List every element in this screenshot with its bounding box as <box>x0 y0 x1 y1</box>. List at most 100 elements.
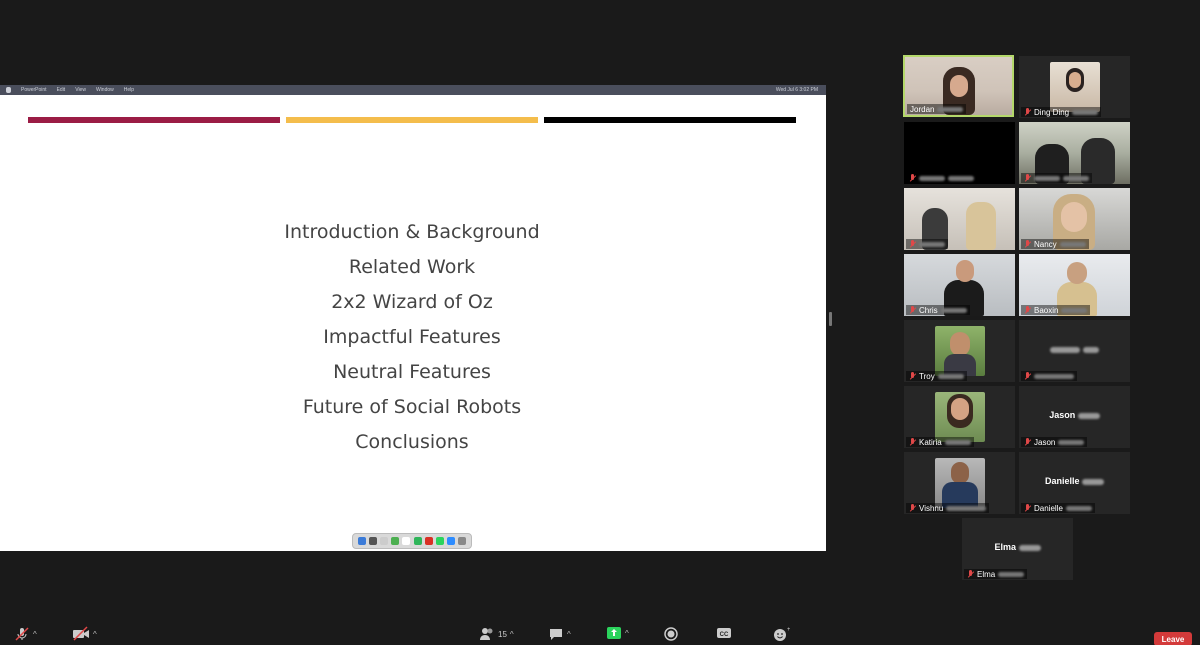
chevron-up-icon[interactable]: ^ <box>625 629 629 638</box>
mic-muted-icon <box>909 174 916 182</box>
stop-video-button[interactable]: ^ <box>72 626 97 642</box>
participant-face <box>1061 202 1087 232</box>
redacted-name <box>1034 175 1060 181</box>
apple-icon <box>6 87 11 93</box>
mic-muted-icon <box>1024 504 1031 512</box>
trash-icon <box>458 537 467 545</box>
facetime-icon <box>435 537 444 545</box>
participant-display-name: Jason <box>1019 410 1130 420</box>
slide-bar-gold <box>286 117 538 123</box>
participant-face <box>951 462 969 484</box>
participant-tile[interactable] <box>904 188 1015 250</box>
participant-name: Elma <box>977 569 996 579</box>
participant-tile[interactable] <box>904 122 1015 184</box>
redacted-name <box>1063 175 1089 181</box>
participant-tile[interactable] <box>1019 320 1130 382</box>
mac-menubar: PowerPoint Edit View Window Help Wed Jul… <box>0 85 826 95</box>
share-screen-button[interactable]: ^ <box>606 626 629 640</box>
participant-tile[interactable]: Elma Elma <box>962 518 1073 580</box>
redacted-name <box>1082 478 1105 485</box>
participant-tile[interactable]: Jordan <box>903 55 1014 117</box>
redacted-name <box>944 439 971 445</box>
participant-tile[interactable]: Baoxin <box>1019 254 1130 316</box>
participant-label: Jordan <box>907 104 967 114</box>
mic-muted-icon <box>1024 240 1031 248</box>
mic-muted-icon <box>15 627 29 641</box>
participant-tile[interactable]: Jason Jason <box>1019 386 1130 448</box>
redacted-name <box>1082 346 1099 353</box>
participant-tile[interactable]: Ding Ding <box>1019 56 1130 118</box>
chevron-up-icon[interactable]: ^ <box>93 630 97 639</box>
participant-face <box>1067 262 1087 284</box>
redacted-name <box>1059 241 1086 247</box>
participant-label <box>906 173 977 183</box>
participant-label: Ding Ding <box>1021 107 1102 117</box>
participant-tile[interactable]: Vishnu <box>904 452 1015 514</box>
share-screen-icon <box>607 627 621 639</box>
chevron-up-icon[interactable]: ^ <box>33 630 37 639</box>
participant-face <box>950 75 968 97</box>
meeting-toolbar: ^ ^ 15 ^ ^ ^ CC + Leave <box>0 622 1200 645</box>
slide-bar-maroon <box>28 117 280 123</box>
participant-tile[interactable]: Katiria <box>904 386 1015 448</box>
participant-label: Katiria <box>906 437 974 447</box>
participant-face <box>1069 72 1081 88</box>
slide-agenda: Introduction & Background Related Work 2… <box>212 215 612 460</box>
participant-tile[interactable]: Troy <box>904 320 1015 382</box>
zoom-icon <box>447 537 456 545</box>
chevron-up-icon[interactable]: ^ <box>567 630 571 639</box>
record-button[interactable] <box>663 626 679 642</box>
participant-label: Troy <box>906 371 967 381</box>
participant-tile[interactable] <box>1019 122 1130 184</box>
agenda-item: Future of Social Robots <box>302 396 522 418</box>
agenda-item: Introduction & Background <box>284 221 540 243</box>
menubar-clock: Wed Jul 6 3:02 PM <box>775 87 818 93</box>
participant-label <box>906 239 948 249</box>
panel-resize-handle[interactable] <box>829 312 832 326</box>
participants-button[interactable]: 15 ^ <box>479 626 514 642</box>
redacted-name <box>998 571 1025 577</box>
mac-dock <box>352 533 472 549</box>
redacted-name <box>1050 346 1081 353</box>
chevron-up-icon[interactable]: ^ <box>510 630 514 639</box>
agenda-item: Conclusions <box>355 431 469 453</box>
mic-muted-icon <box>1024 306 1031 314</box>
participant-label: Vishnu <box>906 503 990 513</box>
participant-name: Jason <box>1034 437 1056 447</box>
agenda-item: Neutral Features <box>333 361 491 383</box>
chat-button[interactable]: ^ <box>548 626 571 642</box>
menu-help: Help <box>123 87 135 93</box>
closed-caption-button[interactable]: CC <box>716 626 732 640</box>
menu-window: Window <box>95 87 114 93</box>
redacted-name <box>937 373 964 379</box>
participant-label: Chris <box>906 305 970 315</box>
emoji-icon: + <box>774 627 790 641</box>
leave-button[interactable]: Leave <box>1154 632 1192 645</box>
participant-display-name: Danielle <box>1019 476 1130 486</box>
svg-text:CC: CC <box>720 632 729 638</box>
mic-muted-icon <box>909 504 916 512</box>
participant-tile[interactable]: Chris <box>904 254 1015 316</box>
redacted-name <box>937 106 964 112</box>
redacted-name <box>1034 373 1074 379</box>
participant-name: Chris <box>919 305 938 315</box>
participant-label: Nancy <box>1021 239 1089 249</box>
participants-count: 15 <box>498 629 507 639</box>
mic-muted-icon <box>909 240 916 248</box>
participant-tile[interactable]: Nancy <box>1019 188 1130 250</box>
participant-display-name <box>1019 344 1130 354</box>
participant-tile[interactable]: Danielle Danielle <box>1019 452 1130 514</box>
participant-label <box>1021 371 1077 381</box>
participant-display-name: Elma <box>962 542 1073 552</box>
reactions-button[interactable]: + <box>772 626 790 642</box>
participant-face <box>956 260 974 282</box>
redacted-name <box>946 505 987 511</box>
mic-muted-icon <box>1024 108 1031 116</box>
calendar-icon <box>402 537 411 545</box>
menu-edit: Edit <box>56 87 66 93</box>
cc-icon: CC <box>717 628 731 638</box>
finder-icon <box>357 537 366 545</box>
mute-button[interactable]: ^ <box>14 626 37 642</box>
participant-name: Vishnu <box>919 503 944 513</box>
redacted-name <box>1061 307 1088 313</box>
